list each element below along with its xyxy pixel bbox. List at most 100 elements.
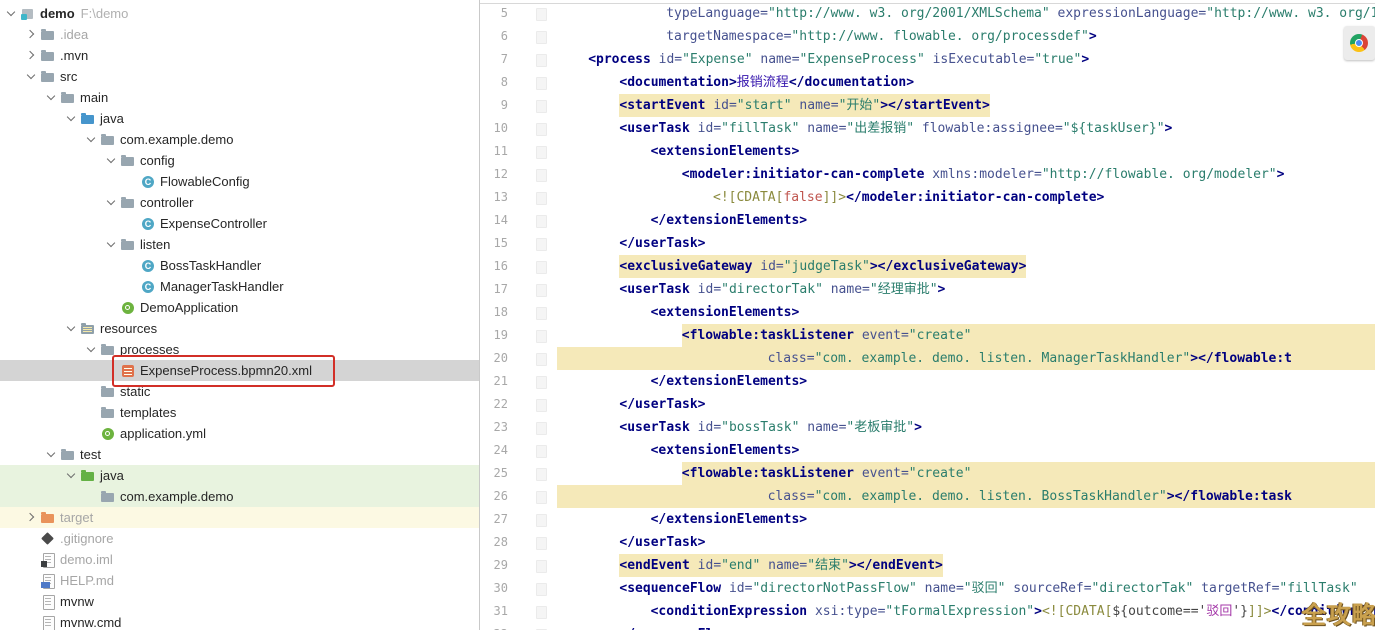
code-line-7[interactable]: 7 <process id="Expense" name="ExpenseProc… [480, 48, 1375, 71]
code-area[interactable]: <documentation>报销流程</documentation> [557, 71, 1375, 94]
gutter[interactable]: 17 [480, 278, 557, 301]
chevron-down-icon[interactable] [4, 6, 20, 22]
code-area[interactable]: <userTask id="directorTak" name="经理审批"> [557, 278, 1375, 301]
tree-item-managertaskhandler[interactable]: C ManagerTaskHandler [0, 276, 479, 297]
chevron-down-icon[interactable] [84, 342, 100, 358]
code-area[interactable]: <![CDATA[false]]></modeler:initiator-can… [557, 186, 1375, 209]
tree-item-static[interactable]: static [0, 381, 479, 402]
tree-item-main[interactable]: main [0, 87, 479, 108]
code-line-27[interactable]: 27 </extensionElements> [480, 508, 1375, 531]
gutter[interactable]: 30 [480, 577, 557, 600]
gutter[interactable]: 10 [480, 117, 557, 140]
code-area[interactable]: typeLanguage="http://www. w3. org/2001/X… [557, 2, 1375, 25]
chevron-down-icon[interactable] [84, 132, 100, 148]
tree-item-test[interactable]: test [0, 444, 479, 465]
gutter[interactable]: 12 [480, 163, 557, 186]
tree-item-java[interactable]: java [0, 108, 479, 129]
code-line-12[interactable]: 12 <modeler:initiator-can-complete xmlns:… [480, 163, 1375, 186]
chevron-right-icon[interactable] [24, 27, 40, 43]
code-area[interactable]: targetNamespace="http://www. flowable. o… [557, 25, 1375, 48]
code-area[interactable]: <conditionExpression xsi:type="tFormalEx… [557, 600, 1375, 623]
code-line-32[interactable]: 32 </sequenceFlow> [480, 623, 1375, 630]
gutter[interactable]: 25 [480, 462, 557, 485]
code-line-16[interactable]: 16 <exclusiveGateway id="judgeTask"></exc… [480, 255, 1375, 278]
code-line-19[interactable]: 19 <flowable:taskListener event="create" [480, 324, 1375, 347]
tree-item-listen[interactable]: listen [0, 234, 479, 255]
code-area[interactable]: </userTask> [557, 393, 1375, 416]
gutter[interactable]: 20 [480, 347, 557, 370]
gutter[interactable]: 22 [480, 393, 557, 416]
chevron-down-icon[interactable] [64, 321, 80, 337]
code-line-28[interactable]: 28 </userTask> [480, 531, 1375, 554]
code-line-20[interactable]: 20 class="com. example. demo. listen. Man… [480, 347, 1375, 370]
code-line-11[interactable]: 11 <extensionElements> [480, 140, 1375, 163]
code-area[interactable]: <startEvent id="start" name="开始"></start… [557, 94, 1375, 117]
tree-item-demoapplication[interactable]: DemoApplication [0, 297, 479, 318]
code-area[interactable]: <exclusiveGateway id="judgeTask"></exclu… [557, 255, 1375, 278]
chevron-down-icon[interactable] [64, 111, 80, 127]
code-line-30[interactable]: 30 <sequenceFlow id="directorNotPassFlow"… [480, 577, 1375, 600]
gutter[interactable]: 18 [480, 301, 557, 324]
code-area[interactable]: class="com. example. demo. listen. Manag… [557, 347, 1375, 370]
code-area[interactable]: <extensionElements> [557, 301, 1375, 324]
chevron-down-icon[interactable] [24, 69, 40, 85]
code-area[interactable]: <flowable:taskListener event="create" [557, 462, 1375, 485]
chrome-shortcut[interactable] [1344, 26, 1375, 60]
xml-editor[interactable]: 5 typeLanguage="http://www. w3. org/2001/… [480, 0, 1375, 630]
gutter[interactable]: 31 [480, 600, 557, 623]
tree-item--mvn[interactable]: .mvn [0, 45, 479, 66]
gutter[interactable]: 27 [480, 508, 557, 531]
code-area[interactable]: class="com. example. demo. listen. BossT… [557, 485, 1375, 508]
tree-item-mvnw[interactable]: mvnw [0, 591, 479, 612]
chevron-right-icon[interactable] [24, 510, 40, 526]
tree-item-demo-iml[interactable]: demo.iml [0, 549, 479, 570]
code-area[interactable]: </extensionElements> [557, 209, 1375, 232]
code-area[interactable]: </sequenceFlow> [557, 623, 1375, 630]
gutter[interactable]: 13 [480, 186, 557, 209]
tree-item--gitignore[interactable]: .gitignore [0, 528, 479, 549]
gutter[interactable]: 8 [480, 71, 557, 94]
code-area[interactable]: <extensionElements> [557, 439, 1375, 462]
code-line-26[interactable]: 26 class="com. example. demo. listen. Bos… [480, 485, 1375, 508]
gutter[interactable]: 15 [480, 232, 557, 255]
code-line-23[interactable]: 23 <userTask id="bossTask" name="老板审批"> [480, 416, 1375, 439]
code-area[interactable]: <endEvent id="end" name="结束"></endEvent> [557, 554, 1375, 577]
tree-item-mvnw-cmd[interactable]: mvnw.cmd [0, 612, 479, 630]
gutter[interactable]: 11 [480, 140, 557, 163]
gutter[interactable]: 5 [480, 2, 557, 25]
code-area[interactable]: </userTask> [557, 531, 1375, 554]
tree-item-java[interactable]: java [0, 465, 479, 486]
tree-item-processes[interactable]: processes [0, 339, 479, 360]
chevron-down-icon[interactable] [44, 90, 60, 106]
chevron-down-icon[interactable] [44, 447, 60, 463]
tree-item-demo[interactable]: demo F:\demo [0, 3, 479, 24]
code-line-9[interactable]: 9 <startEvent id="start" name="开始"></star… [480, 94, 1375, 117]
tree-item-templates[interactable]: templates [0, 402, 479, 423]
code-line-22[interactable]: 22 </userTask> [480, 393, 1375, 416]
code-area[interactable]: <process id="Expense" name="ExpenseProce… [557, 48, 1375, 71]
gutter[interactable]: 29 [480, 554, 557, 577]
code-area[interactable]: <extensionElements> [557, 140, 1375, 163]
tree-item-resources[interactable]: resources [0, 318, 479, 339]
tree-item--idea[interactable]: .idea [0, 24, 479, 45]
code-line-21[interactable]: 21 </extensionElements> [480, 370, 1375, 393]
tree-item-application-yml[interactable]: application.yml [0, 423, 479, 444]
gutter[interactable]: 9 [480, 94, 557, 117]
code-line-25[interactable]: 25 <flowable:taskListener event="create" [480, 462, 1375, 485]
code-line-5[interactable]: 5 typeLanguage="http://www. w3. org/2001/… [480, 2, 1375, 25]
chevron-down-icon[interactable] [104, 237, 120, 253]
code-area[interactable]: </userTask> [557, 232, 1375, 255]
code-area[interactable]: <userTask id="fillTask" name="出差报销" flow… [557, 117, 1375, 140]
code-line-29[interactable]: 29 <endEvent id="end" name="结束"></endEven… [480, 554, 1375, 577]
code-line-13[interactable]: 13 <![CDATA[false]]></modeler:initiator-c… [480, 186, 1375, 209]
chevron-down-icon[interactable] [64, 468, 80, 484]
code-line-10[interactable]: 10 <userTask id="fillTask" name="出差报销" fl… [480, 117, 1375, 140]
code-line-18[interactable]: 18 <extensionElements> [480, 301, 1375, 324]
code-area[interactable]: </extensionElements> [557, 508, 1375, 531]
gutter[interactable]: 19 [480, 324, 557, 347]
gutter[interactable]: 26 [480, 485, 557, 508]
gutter[interactable]: 6 [480, 25, 557, 48]
tree-item-bosstaskhandler[interactable]: C BossTaskHandler [0, 255, 479, 276]
code-line-6[interactable]: 6 targetNamespace="http://www. flowable. … [480, 25, 1375, 48]
code-line-24[interactable]: 24 <extensionElements> [480, 439, 1375, 462]
